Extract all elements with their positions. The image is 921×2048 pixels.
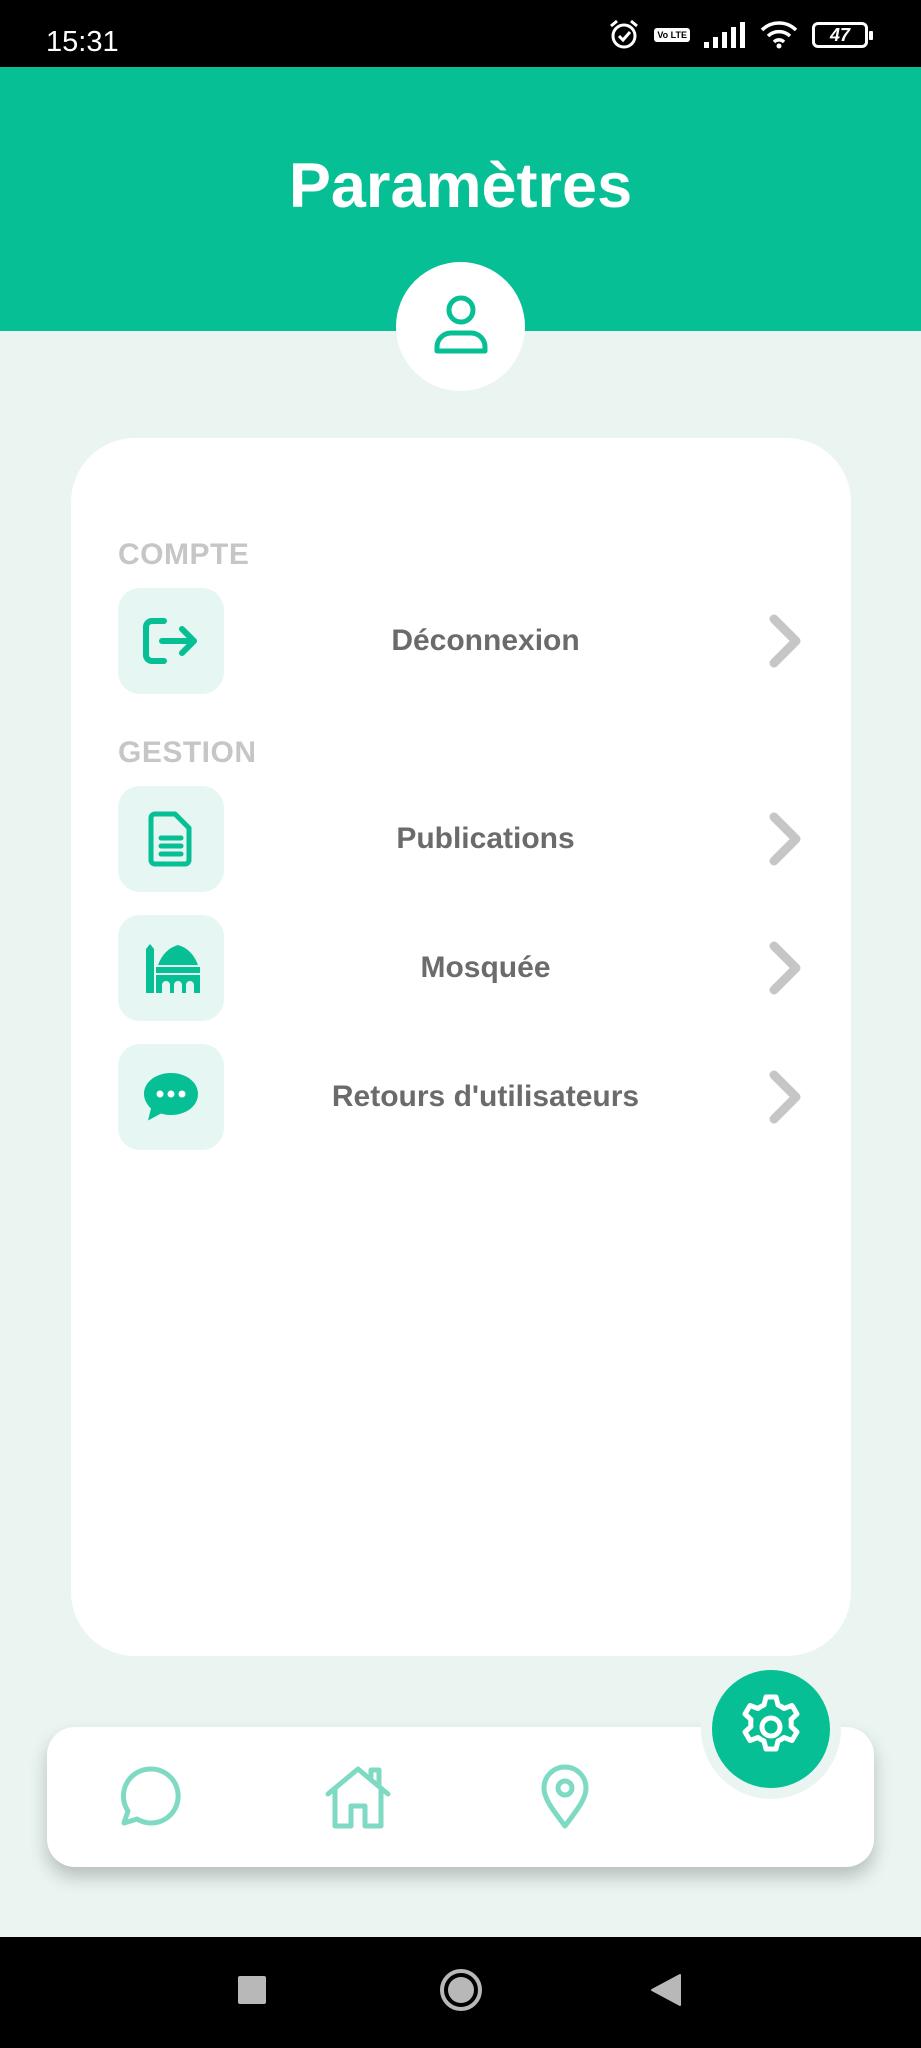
menu-label: Publications — [396, 822, 575, 855]
chevron-right-icon — [761, 613, 807, 669]
wifi-icon — [760, 21, 798, 49]
nav-home-button[interactable] — [323, 1764, 393, 1834]
settings-card: COMPTE Déconnexion GESTION Publications … — [71, 438, 851, 1656]
nav-chat-button[interactable] — [116, 1764, 186, 1834]
mosque-icon — [118, 915, 224, 1021]
location-pin-icon — [539, 1764, 591, 1835]
battery-level: 47 — [829, 24, 851, 45]
alarm-icon — [608, 19, 640, 51]
system-nav-bar — [0, 1937, 921, 2048]
signal-icon — [704, 22, 746, 48]
menu-item-retours[interactable]: Retours d'utilisateurs — [118, 1044, 807, 1150]
menu-item-deconnexion[interactable]: Déconnexion — [118, 588, 807, 694]
battery-icon: 47 — [812, 22, 873, 48]
circle-icon — [439, 1968, 483, 2017]
square-icon — [237, 1975, 267, 2010]
logout-icon — [118, 588, 224, 694]
back-button[interactable] — [641, 1967, 691, 2017]
settings-gear-icon — [736, 1692, 806, 1767]
user-icon — [433, 293, 489, 360]
recents-button[interactable] — [227, 1967, 277, 2017]
volte-badge: Vo LTE — [654, 28, 690, 42]
document-icon — [118, 786, 224, 892]
menu-label: Mosquée — [420, 951, 551, 984]
chat-icon — [118, 1764, 184, 1835]
chevron-right-icon — [761, 811, 807, 867]
back-triangle-icon — [650, 1973, 682, 2012]
chevron-right-icon — [761, 1069, 807, 1125]
profile-avatar[interactable] — [396, 262, 525, 391]
nav-location-button[interactable] — [530, 1764, 600, 1834]
menu-label: Retours d'utilisateurs — [331, 1080, 640, 1113]
section-label-gestion: GESTION — [118, 736, 257, 769]
chevron-right-icon — [761, 940, 807, 996]
menu-item-publications[interactable]: Publications — [118, 786, 807, 892]
page-title: Paramètres — [288, 151, 633, 221]
section-label-compte: COMPTE — [118, 538, 250, 571]
chat-bubble-icon — [118, 1044, 224, 1150]
menu-item-mosquee[interactable]: Mosquée — [118, 915, 807, 1021]
status-icons: Vo LTE 47 — [608, 19, 873, 51]
menu-label: Déconnexion — [391, 624, 580, 657]
status-time: 15:31 — [46, 26, 119, 58]
home-icon — [323, 1764, 393, 1835]
status-bar: 15:31 Vo LTE 47 — [0, 0, 921, 67]
nav-settings-button[interactable] — [712, 1670, 830, 1788]
home-system-button[interactable] — [436, 1967, 486, 2017]
